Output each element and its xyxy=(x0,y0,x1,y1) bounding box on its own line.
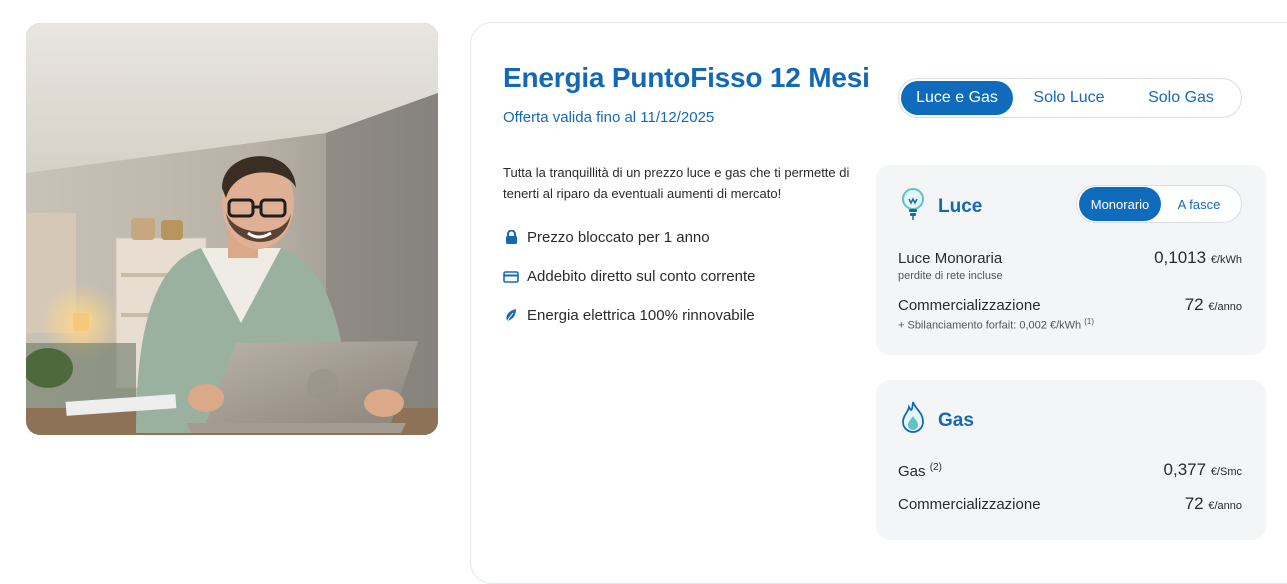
card-icon xyxy=(503,269,519,285)
feature-item: Addebito diretto sul conto corrente xyxy=(503,257,755,296)
flame-icon xyxy=(900,400,926,441)
luce-tariff-switch: Monorario A fasce xyxy=(1076,185,1242,223)
feature-item: Prezzo bloccato per 1 anno xyxy=(503,218,755,257)
footnote-ref[interactable]: (2) xyxy=(930,462,942,473)
price-value: 0,377 €/Smc xyxy=(1164,460,1242,480)
luce-price-box: Luce Monorario A fasce Luce Monoraria pe… xyxy=(876,165,1266,355)
price-amount: 0,377 xyxy=(1163,460,1207,479)
gas-title: Gas xyxy=(938,409,974,431)
luce-title: Luce xyxy=(938,195,983,217)
feature-item: Energia elettrica 100% rinnovabile xyxy=(503,296,755,335)
price-unit: €/kWh xyxy=(1210,254,1242,266)
tab-luce-e-gas[interactable]: Luce e Gas xyxy=(901,81,1013,115)
tab-solo-luce[interactable]: Solo Luce xyxy=(1013,81,1125,115)
price-amount: 72 xyxy=(1184,494,1204,513)
tab-solo-gas[interactable]: Solo Gas xyxy=(1125,81,1237,115)
price-row: Commercializzazione + Sbilanciamento for… xyxy=(898,295,1242,332)
gas-price-box: Gas Gas (2) 0,377 €/Smc Commercializzazi… xyxy=(876,380,1266,540)
luce-header: Luce xyxy=(900,187,982,226)
gas-header: Gas xyxy=(900,400,974,441)
offer-description: Tutta la tranquillità di un prezzo luce … xyxy=(503,165,850,201)
tab-monorario[interactable]: Monorario xyxy=(1079,187,1161,221)
price-unit: €/Smc xyxy=(1210,466,1242,478)
feature-label: Addebito diretto sul conto corrente xyxy=(527,268,756,285)
footnote-ref[interactable]: (1) xyxy=(1084,317,1094,326)
tab-a-fasce[interactable]: A fasce xyxy=(1161,187,1237,221)
offer-validity: Offerta valida fino al 11/12/2025 xyxy=(503,109,715,126)
price-amount: 0,1013 xyxy=(1154,248,1207,267)
price-row: Gas (2) 0,377 €/Smc xyxy=(898,460,1242,480)
price-note: perdite di rete incluse xyxy=(898,270,1003,282)
price-value: 0,1013 €/kWh xyxy=(1154,248,1242,268)
price-value: 72 €/anno xyxy=(1185,494,1242,514)
leaf-icon xyxy=(503,308,519,324)
supply-type-switch: Luce e Gas Solo Luce Solo Gas xyxy=(898,78,1242,118)
price-row: Luce Monoraria perdite di rete incluse 0… xyxy=(898,248,1242,282)
lock-icon xyxy=(503,230,519,246)
price-note-text: + Sbilanciamento forfait: 0,002 €/kWh xyxy=(898,319,1082,332)
price-amount: 72 xyxy=(1184,295,1204,314)
price-unit: €/anno xyxy=(1208,301,1242,313)
feature-list: Prezzo bloccato per 1 anno Addebito dire… xyxy=(503,218,755,335)
price-name-text: Gas xyxy=(898,463,926,480)
lightbulb-icon xyxy=(900,187,926,226)
feature-label: Prezzo bloccato per 1 anno xyxy=(527,229,710,246)
price-row: Commercializzazione 72 €/anno xyxy=(898,494,1242,514)
price-unit: €/anno xyxy=(1208,500,1242,512)
price-value: 72 €/anno xyxy=(1185,295,1242,315)
feature-label: Energia elettrica 100% rinnovabile xyxy=(527,307,755,324)
price-note: + Sbilanciamento forfait: 0,002 €/kWh (1… xyxy=(898,317,1242,332)
offer-title: Energia PuntoFisso 12 Mesi xyxy=(503,62,870,93)
offer-photo xyxy=(26,23,438,435)
